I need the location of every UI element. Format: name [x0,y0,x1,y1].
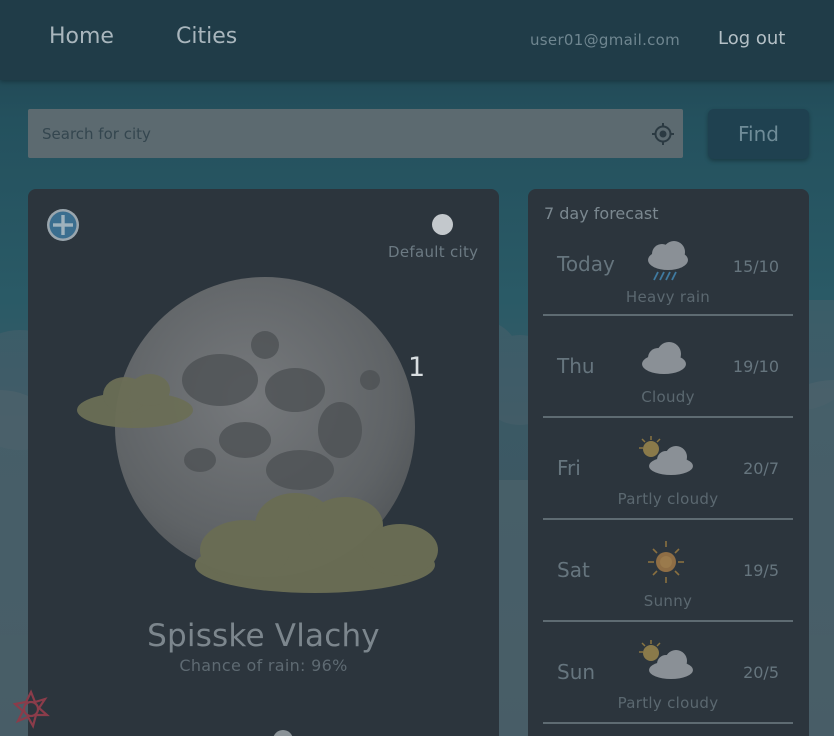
forecast-desc: Cloudy [641,388,695,406]
forecast-temp: 15/10 [732,257,779,276]
locate-icon[interactable] [651,122,675,146]
heavy-rain-icon [648,241,688,281]
forecast-temp: 20/5 [743,663,779,682]
forecast-row: Fri 20/7 Partly cloudy [543,418,793,520]
logout-link[interactable]: Log out [718,28,785,49]
logo-icon [12,689,50,729]
forecast-day: Sun [557,660,596,684]
forecast-temp: 20/7 [743,459,779,478]
partly-cloudy-icon [639,640,693,679]
slide-number: 1 [408,352,426,383]
forecast-day: Fri [557,456,581,480]
partly-cloudy-icon [639,436,693,475]
user-email: user01@gmail.com [530,31,681,49]
find-button[interactable]: Find [708,109,809,159]
forecast-desc: Sunny [643,592,693,610]
forecast-day: Thu [557,354,595,378]
cloudy-icon [642,342,686,374]
add-city-icon[interactable] [45,207,81,243]
moon-cloudy-icon [77,277,438,593]
forecast-row: Thu 19/10 Cloudy [543,316,793,418]
forecast-desc: Partly cloudy [617,694,719,712]
nav-home-link[interactable]: Home [49,24,114,49]
nav-cities-link[interactable]: Cities [176,24,237,49]
city-name: Spisske Vlachy [147,618,380,654]
forecast-day: Sat [557,558,590,582]
forecast-row: Sat 19/5 Sunny [543,520,793,622]
search-bar [28,109,683,158]
rain-chance: Chance of rain: 96% [179,656,348,675]
default-city-toggle[interactable] [432,214,453,235]
forecast-desc: Heavy rain [625,288,711,306]
search-input[interactable] [28,109,648,158]
sunny-icon [648,541,684,583]
forecast-day: Today [557,252,615,276]
default-city-label: Default city [388,243,479,261]
forecast-temp: 19/10 [732,357,779,376]
top-nav: Home Cities user01@gmail.com Log out [0,0,834,80]
forecast-row: Today 15/10 Heavy rain [543,214,793,316]
forecast-desc: Partly cloudy [617,490,719,508]
forecast-row: Sun 20/5 Partly cloudy [543,622,793,724]
forecast-temp: 19/5 [743,561,779,580]
